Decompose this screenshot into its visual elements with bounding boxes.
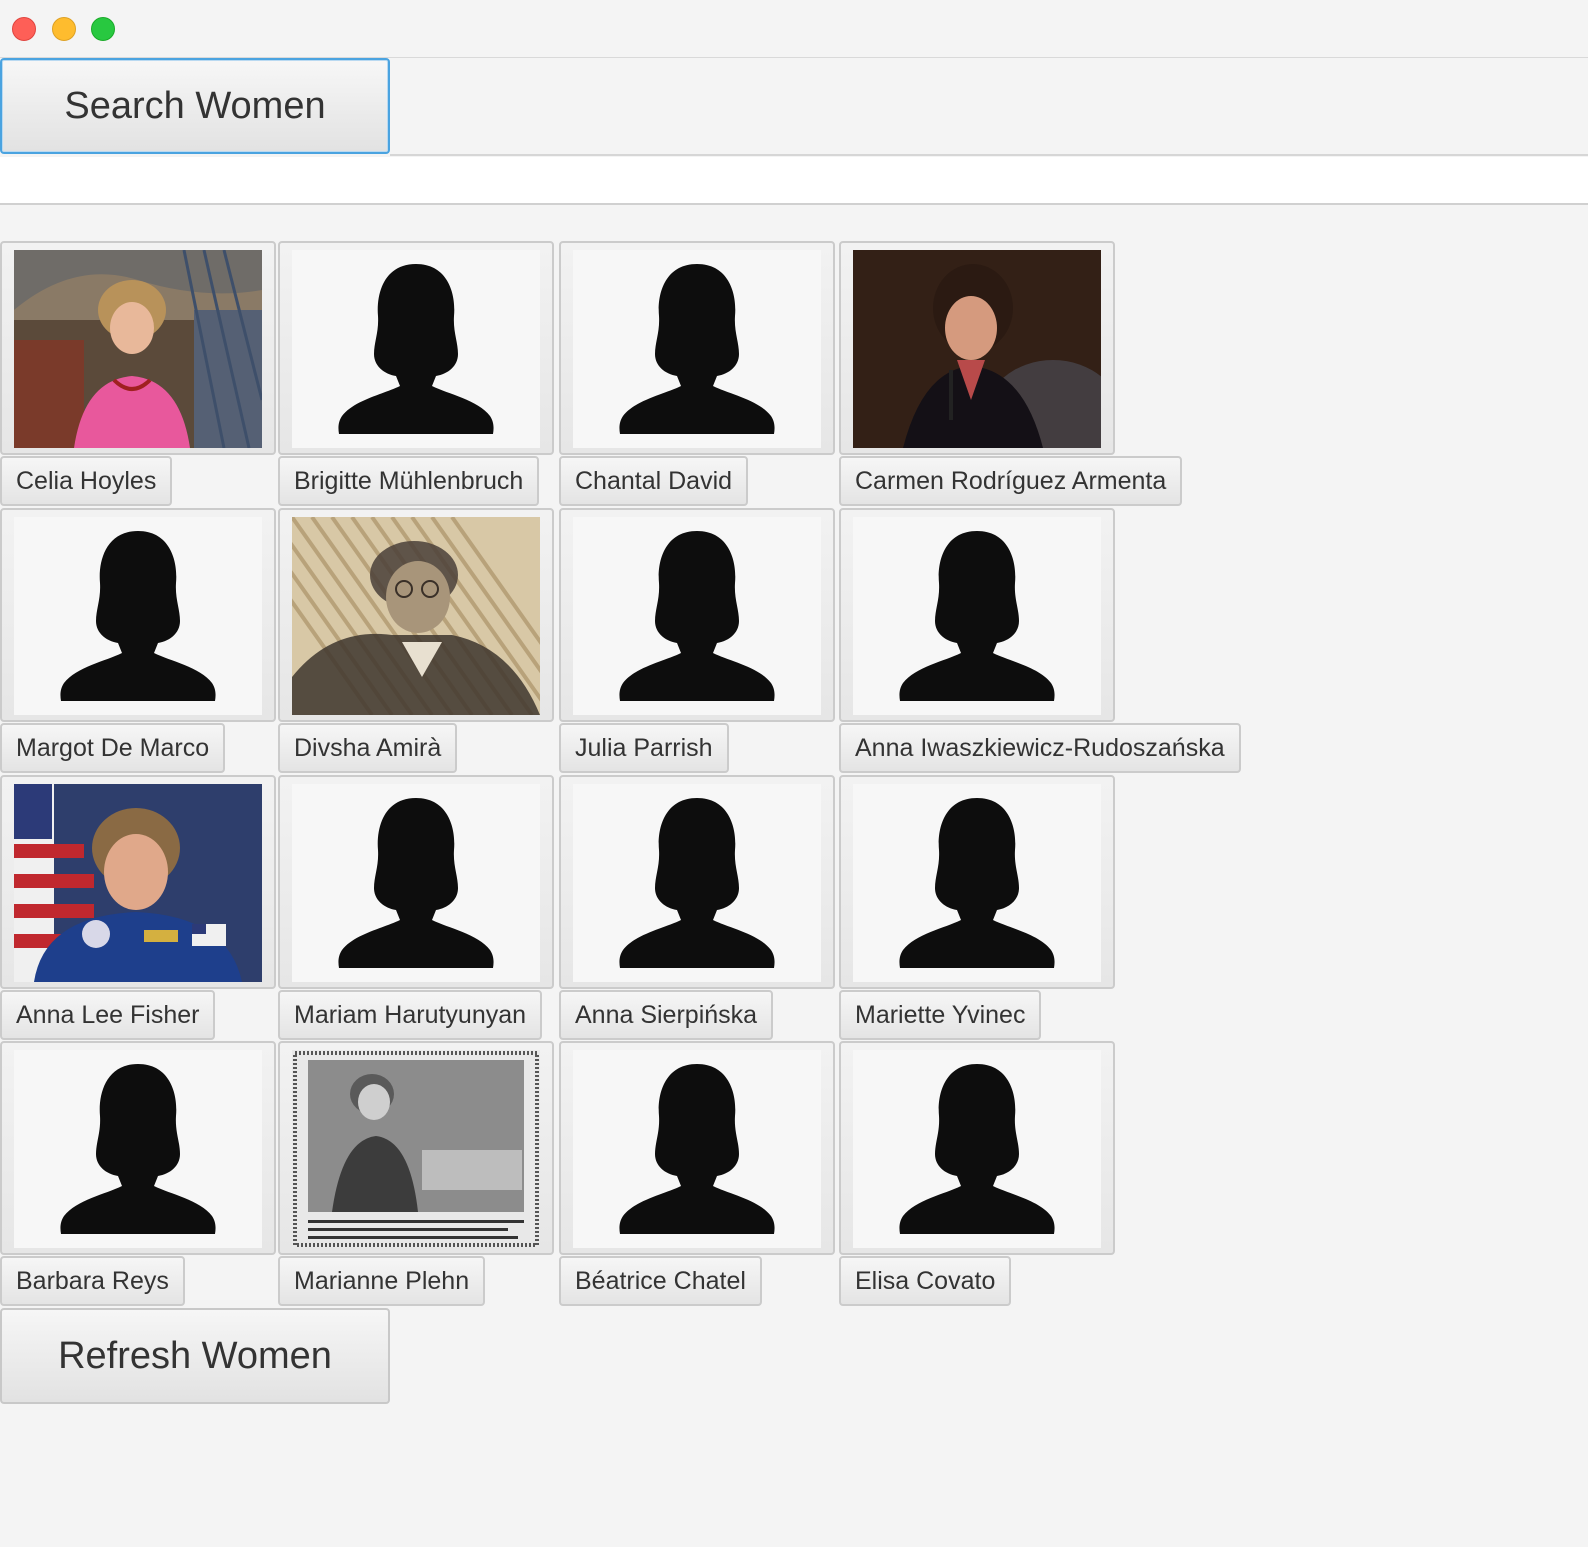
woman-card: Brigitte Mühlenbruch	[278, 241, 556, 508]
woman-card: Divsha Amirà	[278, 508, 556, 775]
woman-name-label[interactable]: Divsha Amirà	[278, 723, 458, 773]
woman-photo	[14, 784, 262, 982]
woman-photo-button[interactable]	[839, 1041, 1115, 1255]
placeholder-silhouette-icon	[292, 784, 540, 982]
woman-name-label[interactable]: Anna Lee Fisher	[0, 990, 216, 1040]
placeholder-silhouette-icon	[573, 517, 821, 715]
placeholder-silhouette-icon	[14, 1050, 262, 1248]
woman-card: Mariette Yvinec	[839, 775, 1117, 1042]
woman-card: Marianne Plehn	[278, 1041, 556, 1308]
woman-name-label[interactable]: Chantal David	[559, 456, 749, 506]
woman-card: Anna Lee Fisher	[0, 775, 278, 1042]
toolbar-divider	[390, 154, 1588, 156]
woman-name-label[interactable]: Elisa Covato	[839, 1256, 1012, 1306]
refresh-women-button[interactable]: Refresh Women	[0, 1308, 390, 1404]
woman-name-label[interactable]: Anna Iwaszkiewicz-Rudoszańska	[839, 723, 1241, 773]
woman-card: Julia Parrish	[559, 508, 837, 775]
woman-photo	[292, 1050, 540, 1248]
woman-photo-button[interactable]	[839, 241, 1115, 455]
woman-name-label[interactable]: Celia Hoyles	[0, 456, 173, 506]
woman-photo-button[interactable]	[0, 241, 276, 455]
woman-card: Chantal David	[559, 241, 837, 508]
window-titlebar	[0, 0, 1588, 58]
placeholder-silhouette-icon	[853, 517, 1101, 715]
woman-photo-button[interactable]	[839, 775, 1115, 989]
woman-photo	[853, 250, 1101, 448]
woman-photo-button[interactable]	[559, 775, 835, 989]
placeholder-silhouette-icon	[573, 1050, 821, 1248]
woman-card: Barbara Reys	[0, 1041, 278, 1308]
placeholder-silhouette-icon	[573, 784, 821, 982]
woman-name-label[interactable]: Béatrice Chatel	[559, 1256, 762, 1306]
placeholder-silhouette-icon	[14, 517, 262, 715]
zoom-icon[interactable]	[91, 17, 115, 41]
woman-name-label[interactable]: Brigitte Mühlenbruch	[278, 456, 540, 506]
woman-name-label[interactable]: Carmen Rodríguez Armenta	[839, 456, 1183, 506]
woman-card: Béatrice Chatel	[559, 1041, 837, 1308]
placeholder-silhouette-icon	[573, 250, 821, 448]
woman-photo-button[interactable]	[0, 508, 276, 722]
woman-photo-button[interactable]	[839, 508, 1115, 722]
placeholder-silhouette-icon	[853, 1050, 1101, 1248]
woman-photo-button[interactable]	[0, 775, 276, 989]
woman-photo-button[interactable]	[559, 241, 835, 455]
minimize-icon[interactable]	[52, 17, 76, 41]
woman-name-label[interactable]: Margot De Marco	[0, 723, 226, 773]
woman-name-label[interactable]: Mariette Yvinec	[839, 990, 1042, 1040]
woman-photo-button[interactable]	[278, 241, 554, 455]
woman-name-label[interactable]: Barbara Reys	[0, 1256, 185, 1306]
close-icon[interactable]	[12, 17, 36, 41]
woman-photo	[292, 517, 540, 715]
woman-photo-button[interactable]	[278, 1041, 554, 1255]
woman-card: Carmen Rodríguez Armenta	[839, 241, 1183, 508]
woman-name-label[interactable]: Mariam Harutyunyan	[278, 990, 543, 1040]
woman-name-label[interactable]: Julia Parrish	[559, 723, 729, 773]
woman-name-label[interactable]: Anna Sierpińska	[559, 990, 774, 1040]
woman-card: Mariam Harutyunyan	[278, 775, 556, 1042]
woman-photo-button[interactable]	[0, 1041, 276, 1255]
woman-card: Elisa Covato	[839, 1041, 1117, 1308]
woman-photo-button[interactable]	[278, 508, 554, 722]
woman-photo-button[interactable]	[278, 775, 554, 989]
woman-card: Celia Hoyles	[0, 241, 278, 508]
woman-card: Anna Sierpińska	[559, 775, 837, 1042]
woman-name-label[interactable]: Marianne Plehn	[278, 1256, 486, 1306]
woman-photo	[14, 250, 262, 448]
woman-photo-button[interactable]	[559, 508, 835, 722]
placeholder-silhouette-icon	[292, 250, 540, 448]
placeholder-silhouette-icon	[853, 784, 1101, 982]
woman-card: Anna Iwaszkiewicz-Rudoszańska	[839, 508, 1241, 775]
woman-card: Margot De Marco	[0, 508, 278, 775]
woman-photo-button[interactable]	[559, 1041, 835, 1255]
search-women-button[interactable]: Search Women	[0, 58, 390, 154]
search-input[interactable]	[0, 157, 1588, 205]
